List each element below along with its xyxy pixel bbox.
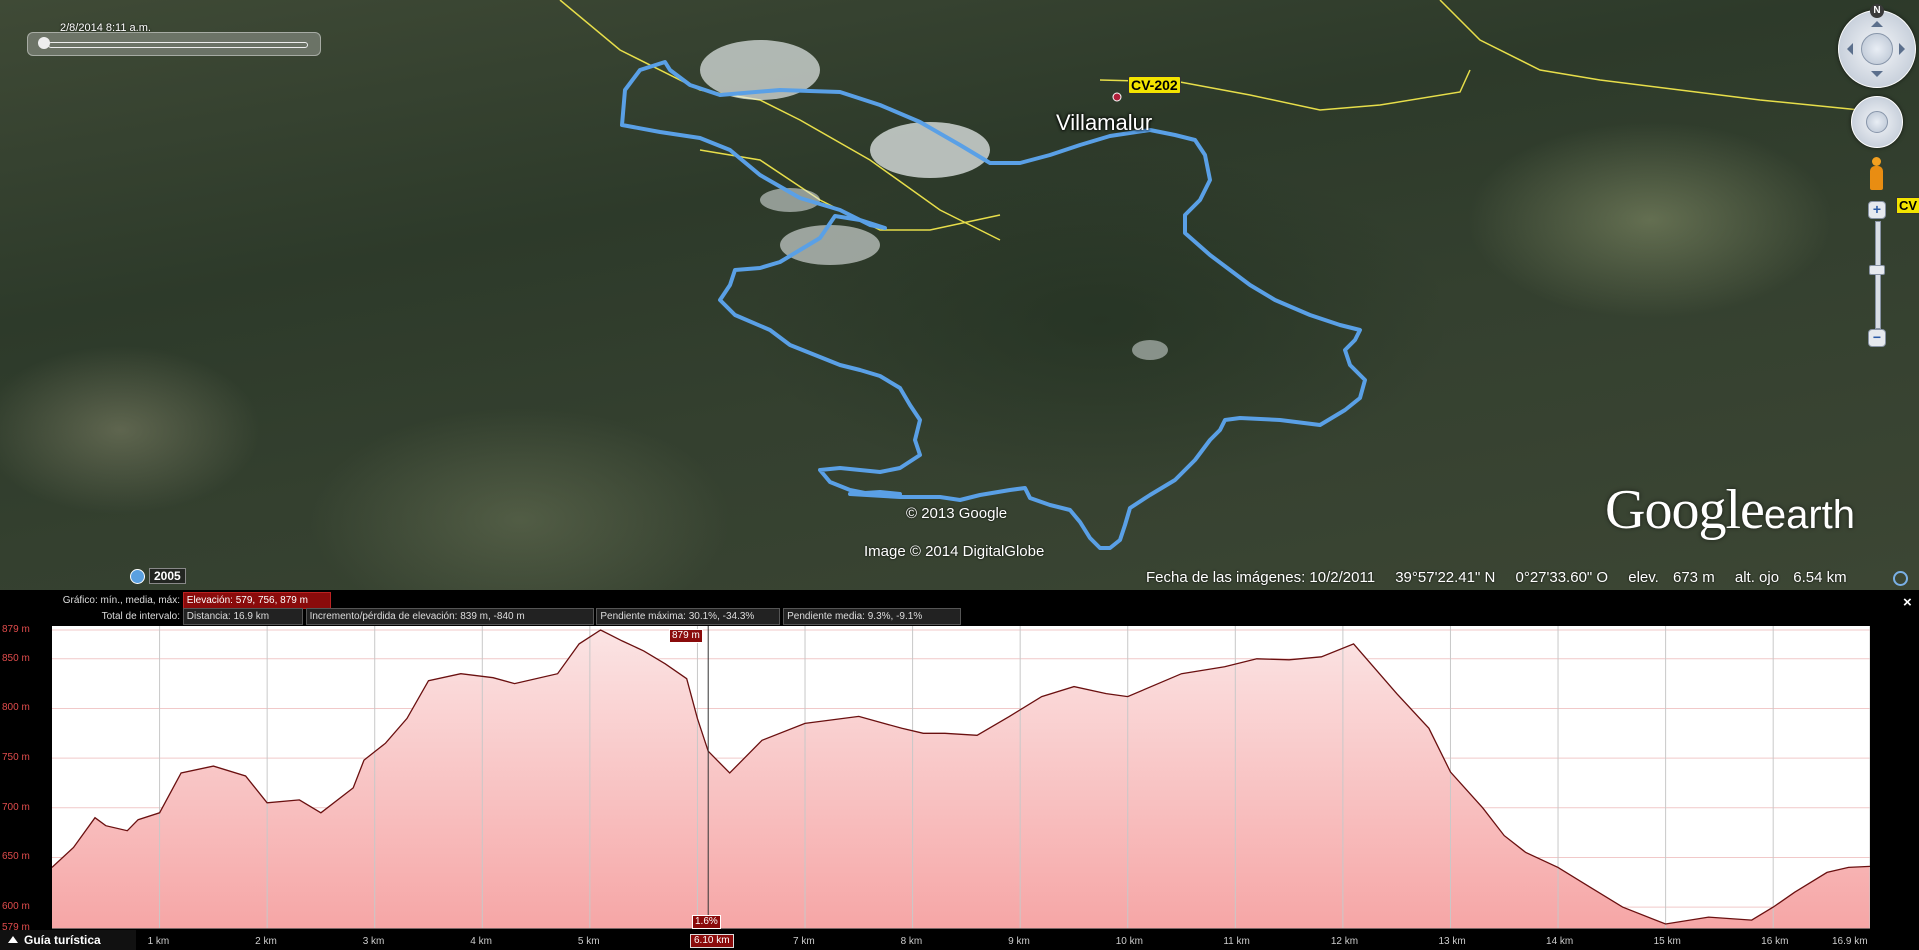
cloud <box>780 225 880 265</box>
x-tick-label: 14 km <box>1546 936 1574 947</box>
elev-label: elev. <box>1628 569 1659 586</box>
google-earth-logo: Googleearth <box>1605 478 1855 542</box>
copyright-imagery: Image © 2014 DigitalGlobe <box>864 543 1045 560</box>
historical-imagery-badge[interactable]: 2005 <box>130 568 186 586</box>
time-slider-track[interactable] <box>48 42 308 48</box>
arrow-down-icon[interactable] <box>1871 71 1883 83</box>
cloud <box>1132 340 1168 360</box>
logo-main: Google <box>1605 479 1765 541</box>
x-tick-label: 11 km <box>1223 936 1250 947</box>
y-tick-label: 850 m <box>2 652 30 664</box>
map-view[interactable]: 2/8/2014 8:11 a.m. CV-202 Villamalur CV … <box>0 0 1919 590</box>
pegman-body <box>1870 166 1883 190</box>
y-tick-label: 879 m <box>2 624 30 635</box>
profile-stats-row-1: Gráfico: mín., media, máx: Elevación: 57… <box>0 592 331 609</box>
zoom-thumb[interactable] <box>1869 265 1885 275</box>
close-profile-button[interactable]: × <box>1903 594 1912 611</box>
elevation-chart[interactable] <box>52 626 1870 932</box>
logo-sub: earth <box>1763 493 1856 537</box>
tour-guide-button[interactable]: Guía turística <box>0 930 136 950</box>
gain-loss-stat[interactable]: Incremento/pérdida de elevación: 839 m, … <box>305 608 594 625</box>
eye-label: alt. ojo <box>1734 569 1780 586</box>
eye-icon[interactable] <box>1861 33 1893 65</box>
grade-tag: 1.6% <box>692 915 721 929</box>
y-tick-label: 750 m <box>2 752 30 764</box>
gps-track <box>620 60 1367 550</box>
elevation-stats[interactable]: Elevación: 579, 756, 879 m <box>182 592 331 609</box>
look-around-control[interactable] <box>1838 10 1916 88</box>
x-tick-label: 8 km <box>900 936 923 947</box>
north-indicator[interactable]: N <box>1870 4 1884 18</box>
street-view-pegman-icon[interactable] <box>1869 157 1883 191</box>
stats-label: Gráfico: mín., media, máx: <box>62 595 180 606</box>
zoom-out-button[interactable]: − <box>1868 329 1886 347</box>
zoom-rail[interactable] <box>1875 221 1881 329</box>
x-tick-label: 3 km <box>362 936 385 947</box>
pegman-head <box>1872 157 1881 166</box>
x-tick-label: 15 km <box>1653 936 1681 947</box>
historical-year: 2005 <box>149 568 186 584</box>
x-tick-label: 13 km <box>1438 936 1466 947</box>
cursor-distance-tag: 6.10 km <box>690 934 734 948</box>
x-tick-label: 16.9 km <box>1832 936 1868 947</box>
max-slope-stat[interactable]: Pendiente máxima: 30.1%, -34.3% <box>596 608 781 625</box>
streaming-indicator-icon <box>1893 571 1908 586</box>
hand-icon[interactable] <box>1866 111 1888 133</box>
y-tick-label: 600 m <box>2 901 30 913</box>
road-line <box>1439 0 1861 111</box>
x-tick-label: 4 km <box>470 936 492 947</box>
y-tick-label: 800 m <box>2 702 30 714</box>
move-control[interactable] <box>1851 96 1903 148</box>
place-label[interactable]: Villamalur <box>1056 110 1152 136</box>
elev-value: 673 m <box>1673 569 1715 586</box>
avg-slope-stat[interactable]: Pendiente media: 9.3%, -9.1% <box>783 608 962 625</box>
x-tick-label: 2 km <box>255 936 277 947</box>
x-tick-label: 10 km <box>1115 936 1143 947</box>
eye-value: 6.54 km <box>1793 569 1847 586</box>
x-tick-label: 7 km <box>793 936 815 947</box>
chevron-up-icon <box>8 936 18 943</box>
profile-stats-row-2: Total de intervalo: Distancia: 16.9 km I… <box>0 608 962 625</box>
imagery-date: Fecha de las imágenes: 10/2/2011 <box>1146 569 1376 586</box>
road-label: CV-202 <box>1128 76 1181 94</box>
interval-label: Total de intervalo: <box>101 611 180 622</box>
placemark-icon[interactable] <box>1112 92 1122 102</box>
clock-icon <box>130 568 145 584</box>
time-label: 2/8/2014 8:11 a.m. <box>60 22 151 34</box>
latitude: 39°57'22.41" N <box>1395 569 1496 586</box>
y-tick-label: 650 m <box>2 851 30 863</box>
road-label-right: CV <box>1896 197 1919 214</box>
zoom-in-button[interactable]: + <box>1868 201 1886 219</box>
x-tick-label: 1 km <box>147 936 170 947</box>
status-bar: Fecha de las imágenes: 10/2/2011 39°57'2… <box>1146 569 1863 586</box>
tour-guide-label: Guía turística <box>24 933 101 947</box>
arrow-right-icon[interactable] <box>1899 43 1911 55</box>
longitude: 0°27'33.60" O <box>1515 569 1609 586</box>
distance-stat[interactable]: Distancia: 16.9 km <box>182 608 303 625</box>
x-tick-label: 5 km <box>577 936 600 947</box>
zoom-slider[interactable]: + − <box>1868 201 1886 347</box>
time-slider[interactable] <box>27 32 321 56</box>
copyright-google: © 2013 Google <box>906 505 1008 522</box>
x-tick-label: 12 km <box>1330 936 1359 947</box>
x-tick-label: 9 km <box>1008 936 1030 947</box>
x-tick-label: 16 km <box>1761 936 1789 947</box>
arrow-left-icon[interactable] <box>1841 43 1853 55</box>
y-tick-label: 700 m <box>2 801 30 813</box>
peak-elevation-tag: 879 m <box>669 629 703 643</box>
